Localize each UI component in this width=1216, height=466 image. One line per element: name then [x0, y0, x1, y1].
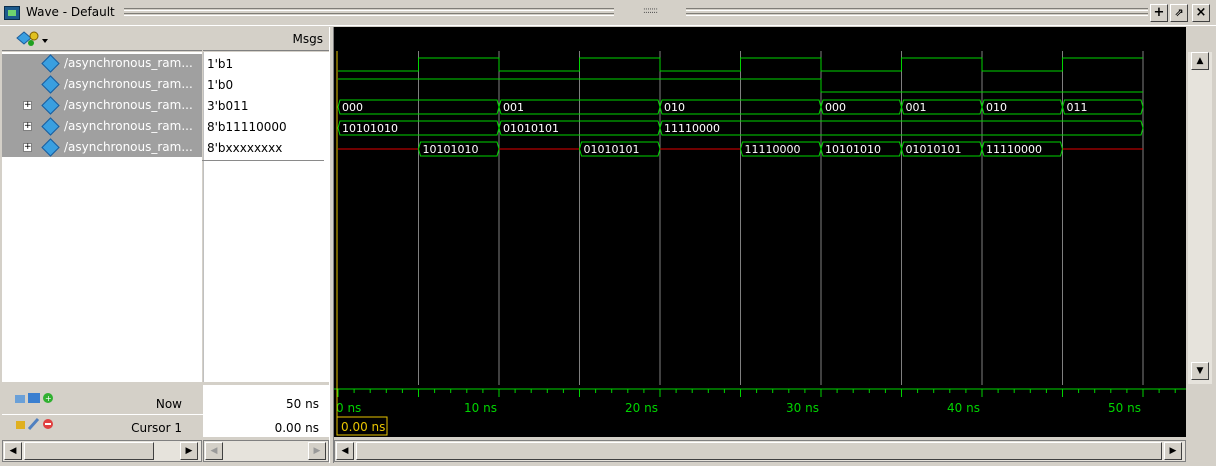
values-scroll-left-button[interactable]: ◀	[205, 442, 223, 460]
now-cursor-value-pane: 50 ns 0.00 ns	[203, 385, 329, 437]
expand-icon[interactable]: +	[23, 122, 32, 131]
title-grip-handle[interactable]: :::::::	[618, 6, 682, 18]
signal-diamond-icon	[41, 54, 60, 73]
wave-window-icon	[4, 6, 20, 20]
ruler-label: 10 ns	[464, 401, 497, 415]
wave-signal-3-value-label: 000	[342, 101, 363, 114]
cursor-value: 0.00 ns	[274, 421, 319, 435]
values-header: Msgs	[203, 27, 329, 51]
wave-signal-4-value-label: 01010101	[503, 122, 559, 135]
signal-row[interactable]: /asynchronous_ram...	[2, 54, 202, 73]
signal-name: /asynchronous_ram...	[64, 56, 193, 70]
wave-signal-3-value-label: 011	[1067, 101, 1088, 114]
ruler-label: 30 ns	[786, 401, 819, 415]
wave-signal-5-value-label: 11110000	[745, 143, 801, 156]
ruler-label: 20 ns	[625, 401, 658, 415]
wave-header-strip	[334, 27, 1186, 51]
waveform-canvas[interactable]: 000 001 010 000 001 010 011 10101010 01010101 111…	[334, 51, 1186, 385]
cursor-lock-delete-icons[interactable]	[14, 415, 60, 435]
cursor-toolbar-icons[interactable]: +	[14, 389, 60, 409]
signal-names-header	[2, 27, 202, 51]
signal-value: 1'b1	[207, 57, 234, 71]
msgs-label: Msgs	[292, 32, 323, 46]
signal-name: /asynchronous_ram...	[64, 77, 193, 91]
signal-value: 8'bxxxxxxxx	[207, 141, 283, 155]
wave-signal-3-value-label: 001	[906, 101, 927, 114]
window-title: Wave - Default	[26, 5, 115, 19]
names-scroll-left-button[interactable]: ◀	[4, 442, 22, 460]
bottom-divider	[2, 414, 329, 415]
add-wave-dropdown-icon[interactable]	[16, 28, 56, 50]
title-grip-left	[124, 8, 614, 11]
cursor-time-label: 0.00 ns	[341, 420, 385, 434]
now-cursor-label-pane: + Now Cursor 1	[2, 385, 202, 437]
signal-value: 8'b11110000	[207, 120, 287, 134]
signal-diamond-icon	[41, 96, 60, 115]
ruler-label: 40 ns	[947, 401, 980, 415]
wave-signal-5-value-label: 10101010	[423, 143, 479, 156]
wave-signal-4-value-label: 11110000	[664, 122, 720, 135]
wave-scroll-thumb[interactable]	[356, 442, 1162, 460]
signal-diamond-icon	[41, 138, 60, 157]
vertical-scrollbar[interactable]	[1188, 52, 1212, 384]
expand-icon[interactable]: +	[23, 143, 32, 152]
signal-row[interactable]: /asynchronous_ram...	[2, 75, 202, 94]
wave-signal-5-value-label: 01010101	[906, 143, 962, 156]
wave-signal-3-value-label: 001	[503, 101, 524, 114]
wave-signal-3-value-label: 010	[664, 101, 685, 114]
wave-signal-5-value-label: 11110000	[986, 143, 1042, 156]
scroll-down-button[interactable]: ▼	[1191, 362, 1209, 380]
cursor-label: Cursor 1	[131, 421, 182, 435]
signal-name: /asynchronous_ram...	[64, 119, 193, 133]
names-scroll-right-button[interactable]: ▶	[180, 442, 198, 460]
title-grip-right	[686, 8, 1148, 11]
names-scroll-thumb[interactable]	[24, 442, 154, 460]
time-ruler[interactable]: 0 ns 10 ns 20 ns 30 ns 40 ns 50 ns 0.00 ns	[334, 385, 1186, 437]
signal-value: 1'b0	[207, 78, 234, 92]
wave-signal-3-value-label: 000	[825, 101, 846, 114]
undock-window-button[interactable]: ⇗	[1170, 4, 1188, 22]
now-label: Now	[155, 397, 182, 411]
wave-signal-5-value-label: 01010101	[584, 143, 640, 156]
title-grip-left-2	[124, 13, 614, 16]
values-divider	[202, 160, 324, 161]
wave-signal-1	[338, 57, 1143, 72]
signal-diamond-icon	[41, 117, 60, 136]
signal-row[interactable]: + /asynchronous_ram...	[2, 96, 202, 115]
close-window-button[interactable]: ×	[1192, 4, 1210, 22]
signal-diamond-icon	[41, 75, 60, 94]
expand-icon[interactable]: +	[23, 101, 32, 110]
values-scroll-right-button[interactable]: ▶	[308, 442, 326, 460]
signal-name: /asynchronous_ram...	[64, 98, 193, 112]
ruler-label: 50 ns	[1108, 401, 1141, 415]
signal-values-list: 1'b1 1'b0 3'b011 8'b11110000 8'bxxxxxxxx	[203, 54, 329, 164]
zoom-window-button[interactable]: +	[1150, 4, 1168, 22]
wave-scroll-left-button[interactable]: ◀	[336, 442, 354, 460]
now-value: 50 ns	[286, 397, 319, 411]
wave-signal-4-value-label: 10101010	[342, 122, 398, 135]
signal-row[interactable]: + /asynchronous_ram...	[2, 138, 202, 157]
scroll-up-button[interactable]: ▲	[1191, 52, 1209, 70]
signal-value: 3'b011	[207, 99, 249, 113]
wave-signal-3-value-label: 010	[986, 101, 1007, 114]
wave-signal-5-value-label: 10101010	[825, 143, 881, 156]
title-grip-right-2	[686, 13, 1148, 16]
wave-scroll-right-button[interactable]: ▶	[1164, 442, 1182, 460]
ruler-label: 0 ns	[336, 401, 361, 415]
signal-name: /asynchronous_ram...	[64, 140, 193, 154]
signal-row[interactable]: + /asynchronous_ram...	[2, 117, 202, 136]
svg-text:+: +	[45, 394, 52, 403]
signal-names-list: /asynchronous_ram... /asynchronous_ram...…	[2, 54, 202, 157]
